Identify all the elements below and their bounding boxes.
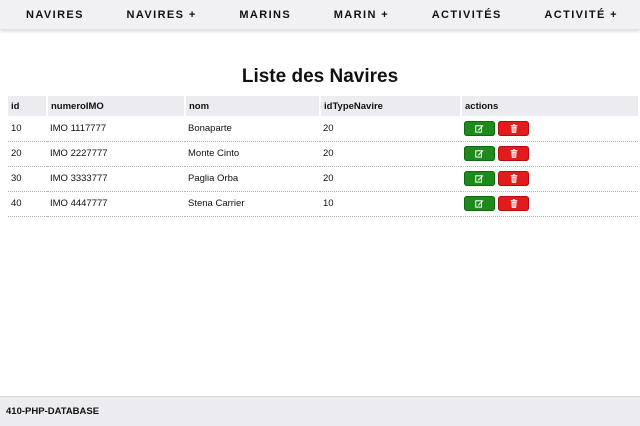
table-row: 20 IMO 2227777 Monte Cinto 20 [8, 141, 638, 167]
cell-id: 10 [8, 116, 47, 142]
edit-button[interactable] [464, 120, 495, 136]
nav-link-marins[interactable]: MARINS [239, 9, 291, 21]
table-body: 10 IMO 1117777 Bonaparte 20 20 IMO 2227777 Mon… [8, 116, 638, 217]
cell-id: 20 [8, 141, 47, 167]
cell-nom: Paglia Orba [185, 166, 320, 192]
table-row: 10 IMO 1117777 Bonaparte 20 [8, 116, 638, 142]
trash-icon [510, 174, 518, 183]
trash-icon [510, 123, 518, 133]
header-actions: actions [461, 96, 638, 116]
cell-numero-imo: IMO 3333777 [47, 166, 185, 192]
table-row: 30 IMO 3333777 Paglia Orba 20 [8, 166, 638, 192]
edit-button[interactable] [464, 171, 495, 186]
delete-button[interactable] [498, 196, 529, 211]
nav-link-add-marin[interactable]: MARIN + [334, 9, 389, 21]
cell-actions [461, 166, 638, 192]
cell-actions [461, 141, 638, 167]
edit-button[interactable] [464, 146, 495, 161]
edit-icon [475, 124, 484, 133]
cell-numero-imo: IMO 2227777 [47, 141, 185, 167]
main-content: Liste des Navires id numeroIMO nom idTyp… [0, 30, 640, 396]
top-navigation: NAVIRES NAVIRES + MARINS MARIN + ACTIVIT… [0, 0, 640, 30]
footer-text: 410-PHP-DATABASE [6, 406, 100, 417]
cell-id: 30 [8, 166, 47, 192]
header-id-type-navire: idTypeNavire [320, 96, 462, 116]
header-id: id [8, 96, 48, 116]
edit-icon [475, 174, 484, 183]
cell-nom: Bonaparte [185, 116, 320, 142]
nav-link-add-activite[interactable]: ACTIVITÉ + [544, 9, 618, 21]
navires-table: id numeroIMO nom idTypeNavire actions 10… [8, 96, 638, 217]
cell-nom: Stena Carrier [185, 191, 320, 217]
header-numero-imo: numeroIMO [47, 96, 186, 116]
page-title: Liste des Navires [241, 66, 399, 87]
cell-id-type-navire: 20 [320, 141, 461, 167]
nav-link-activites[interactable]: ACTIVITÉS [432, 9, 502, 21]
delete-button[interactable] [498, 120, 529, 136]
cell-actions [461, 116, 638, 142]
edit-button[interactable] [464, 196, 495, 211]
delete-button[interactable] [498, 171, 529, 186]
nav-link-navires[interactable]: NAVIRES [26, 9, 84, 21]
cell-id-type-navire: 20 [320, 166, 461, 192]
delete-button[interactable] [498, 146, 529, 161]
cell-numero-imo: IMO 4447777 [47, 191, 185, 217]
cell-id-type-navire: 10 [320, 191, 461, 217]
header-nom: nom [185, 96, 321, 116]
table-row: 40 IMO 4447777 Stena Carrier 10 [8, 191, 638, 217]
trash-icon [510, 199, 518, 208]
footer: 410-PHP-DATABASE [0, 396, 640, 426]
table-header-row: id numeroIMO nom idTypeNavire actions [8, 96, 638, 116]
trash-icon [510, 149, 518, 158]
cell-id-type-navire: 20 [320, 116, 461, 142]
cell-id: 40 [8, 191, 47, 217]
cell-numero-imo: IMO 1117777 [47, 116, 185, 142]
edit-icon [475, 149, 484, 158]
navires-table-container: id numeroIMO nom idTypeNavire actions 10… [8, 96, 638, 217]
edit-icon [475, 199, 484, 208]
cell-actions [461, 191, 638, 217]
nav-link-add-navire[interactable]: NAVIRES + [127, 9, 197, 21]
cell-nom: Monte Cinto [185, 141, 320, 167]
